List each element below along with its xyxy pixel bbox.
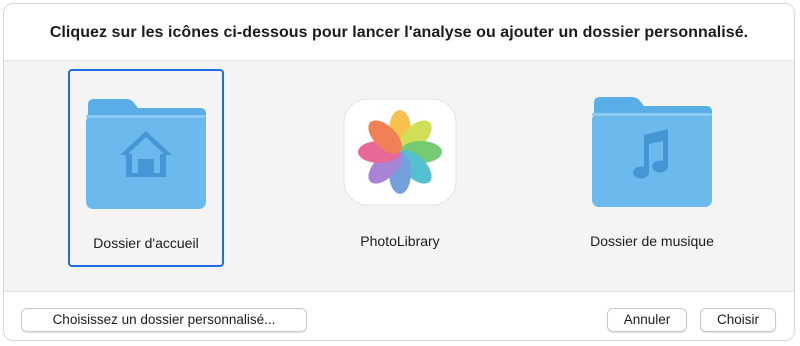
location-grid: Dossier d'accueil PhotoLibrary Dossier d… (4, 61, 794, 291)
location-label-music: Dossier de musique (590, 233, 714, 249)
location-label-photolibrary: PhotoLibrary (360, 233, 440, 249)
dialog-header: Cliquez sur les icônes ci-dessous pour l… (4, 4, 794, 60)
choose-button[interactable]: Choisir (700, 308, 776, 332)
location-label-home: Dossier d'accueil (93, 235, 199, 251)
dialog-prompt: Cliquez sur les icônes ci-dessous pour l… (49, 24, 749, 41)
cancel-button[interactable]: Annuler (607, 308, 687, 332)
home-folder-icon (82, 95, 210, 213)
music-folder-icon (588, 93, 716, 211)
photos-app-icon (336, 93, 464, 211)
choose-custom-folder-button[interactable]: Choisissez un dossier personnalisé... (21, 308, 307, 332)
location-tile-music[interactable]: Dossier de musique (574, 69, 730, 267)
location-tile-home[interactable]: Dossier d'accueil (68, 69, 224, 267)
location-tile-photolibrary[interactable]: PhotoLibrary (322, 69, 478, 267)
divider (4, 291, 794, 292)
folder-picker-dialog: Cliquez sur les icônes ci-dessous pour l… (3, 3, 795, 341)
